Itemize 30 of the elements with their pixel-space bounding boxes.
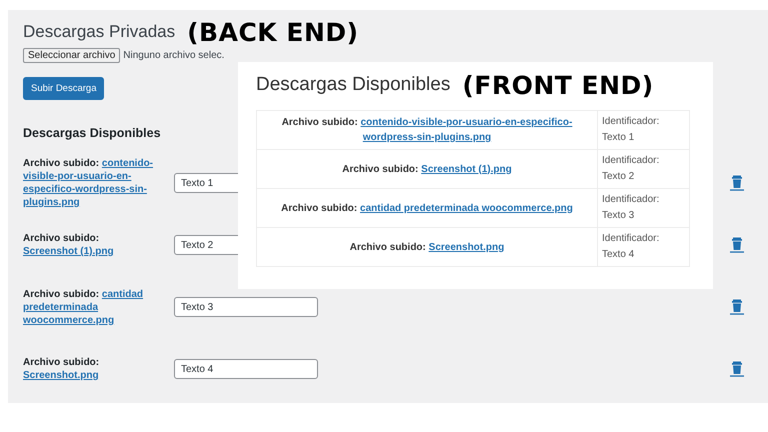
trash-icon[interactable] — [730, 361, 744, 377]
identifier-value: Texto 1 — [602, 131, 636, 145]
page-title: Descargas Privadas — [23, 22, 176, 42]
uploaded-file-caption: Archivo subido: Screenshot (1).png — [23, 232, 115, 258]
annotation-label: (FRONT END) — [462, 70, 654, 100]
identifier-field[interactable]: Texto 3 — [174, 297, 318, 317]
uploaded-file-caption: Archivo subido: contenido-visible-por-usuario-en-especifico-wordpress-sin-plugins.png — [23, 157, 153, 209]
uploaded-file-caption: Archivo subido: Screenshot.png — [23, 356, 100, 382]
uploaded-file-caption: Archivo subido: Screenshot.png — [350, 242, 504, 252]
identifier-label: Identificador: — [602, 232, 660, 246]
identifier-label: Identificador: — [602, 115, 660, 129]
panel-title: Descargas Disponibles — [256, 74, 450, 96]
identifier-value: Texto 3 — [602, 209, 636, 223]
choose-file-button[interactable]: Seleccionar archivo — [23, 48, 120, 63]
identifier-value: Texto 4 — [602, 248, 636, 262]
trash-icon[interactable] — [730, 175, 744, 191]
upload-button[interactable]: Subir Descarga — [23, 77, 104, 100]
uploaded-file-caption: Archivo subido: contenido-visible-por-usuario-en-especifico-wordpress-sin-plugins.png — [282, 117, 572, 143]
identifier-field[interactable]: Texto 4 — [174, 359, 318, 379]
uploaded-file-caption: Archivo subido: Screenshot (1).png — [342, 164, 512, 174]
identifier-label: Identificador: — [602, 193, 660, 207]
section-title: Descargas Disponibles — [23, 126, 161, 140]
trash-icon[interactable] — [730, 237, 744, 253]
annotation-label: (BACK END) — [187, 18, 359, 46]
identifier-label: Identificador: — [602, 154, 660, 168]
file-status: Ninguno archivo selec. — [123, 50, 224, 61]
uploaded-file-caption: Archivo subido: cantidad predeterminada woocommerce.png — [23, 288, 144, 326]
uploaded-file-caption: Archivo subido: cantidad predeterminada woocommerce.png — [281, 202, 573, 214]
identifier-value: Texto 2 — [602, 170, 636, 184]
trash-icon[interactable] — [730, 299, 744, 315]
